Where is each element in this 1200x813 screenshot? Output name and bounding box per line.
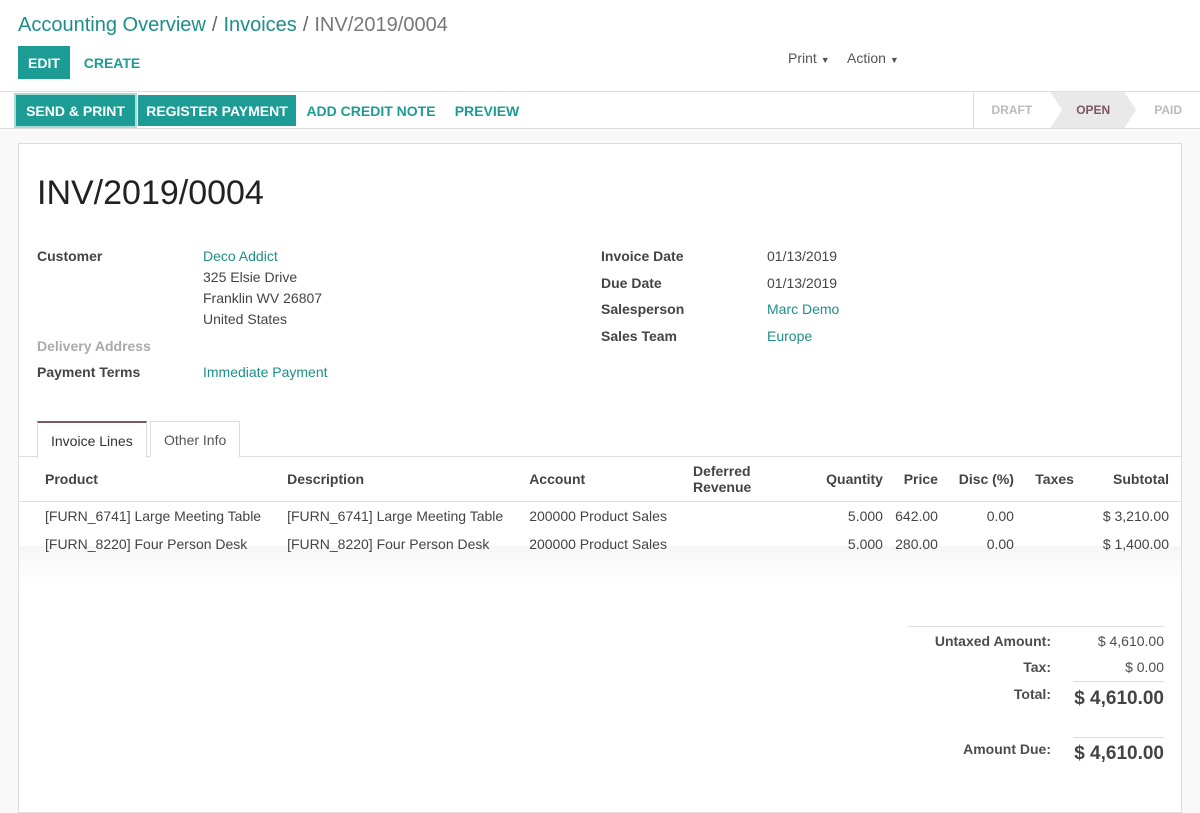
due-date-label: Due Date xyxy=(601,275,662,291)
edit-button[interactable]: EDIT xyxy=(18,46,70,79)
payment-terms-link[interactable]: Immediate Payment xyxy=(203,364,328,380)
invoice-title: INV/2019/0004 xyxy=(37,174,264,212)
create-button[interactable]: CREATE xyxy=(78,46,146,79)
preview-button[interactable]: PREVIEW xyxy=(448,95,526,126)
cell-product: [FURN_6741] Large Meeting Table xyxy=(45,507,262,524)
untaxed-value: $ 4,610.00 xyxy=(1097,633,1164,649)
col-disc[interactable]: Disc (%) xyxy=(949,457,1026,502)
breadcrumb-separator: / xyxy=(211,14,218,36)
cell-account: 200000 Product Sales xyxy=(529,535,667,552)
sales-team-label: Sales Team xyxy=(601,328,678,344)
add-credit-note-button[interactable]: ADD CREDIT NOTE xyxy=(304,95,438,126)
action-label: Action xyxy=(847,50,886,66)
status-pipeline: DRAFT OPEN PAID xyxy=(972,92,1200,128)
amount-due-label: Amount Due: xyxy=(963,741,1051,757)
total-label: Total: xyxy=(1013,686,1051,702)
notebook-tabs: Invoice Lines Other Info xyxy=(19,421,1181,458)
tab-invoice-lines[interactable]: Invoice Lines xyxy=(37,421,147,458)
print-label: Print xyxy=(788,50,817,66)
customer-link[interactable]: Deco Addict xyxy=(203,248,278,264)
salesperson-link[interactable]: Marc Demo xyxy=(767,301,839,317)
status-draft[interactable]: DRAFT xyxy=(974,92,1051,128)
invoice-date-value: 01/13/2019 xyxy=(767,248,838,264)
tax-value: $ 0.00 xyxy=(1125,659,1164,675)
col-quantity[interactable]: Quantity xyxy=(806,457,895,502)
total-value: $ 4,610.00 xyxy=(1074,688,1164,709)
col-account[interactable]: Account xyxy=(503,457,667,502)
action-dropdown[interactable]: Action ▼ xyxy=(847,50,899,66)
register-payment-button[interactable]: REGISTER PAYMENT xyxy=(138,95,296,126)
breadcrumb-separator: / xyxy=(302,14,309,36)
cell-taxes xyxy=(1026,530,1086,558)
amount-due-value: $ 4,610.00 xyxy=(1074,743,1164,764)
delivery-address-label: Delivery Address xyxy=(37,338,151,354)
cell-deferred xyxy=(667,530,807,558)
col-taxes[interactable]: Taxes xyxy=(1025,457,1086,502)
col-deferred-revenue[interactable]: Deferred Revenue xyxy=(666,457,807,502)
cell-subtotal: $ 3,210.00 xyxy=(1102,507,1169,524)
caret-down-icon: ▼ xyxy=(820,55,830,65)
breadcrumb-accounting-overview[interactable]: Accounting Overview xyxy=(18,14,206,36)
cell-deferred xyxy=(667,502,807,530)
address-line: Franklin WV 26807 xyxy=(203,290,323,306)
send-print-button[interactable]: SEND & PRINT xyxy=(16,95,135,126)
breadcrumb: Accounting Overview / Invoices / INV/2019/00… xyxy=(18,14,448,37)
control-panel: Accounting Overview / Invoices / INV/2019/00… xyxy=(0,0,1200,92)
sales-team-link[interactable]: Europe xyxy=(767,328,812,344)
address-line: 325 Elsie Drive xyxy=(203,269,298,285)
salesperson-label: Salesperson xyxy=(601,301,685,317)
customer-label: Customer xyxy=(37,248,103,264)
payment-terms-label: Payment Terms xyxy=(37,364,141,380)
statusbar: SEND & PRINT REGISTER PAYMENT ADD CREDIT… xyxy=(0,92,1200,129)
invoice-sheet: INV/2019/0004 Customer Deco Addict 325 E… xyxy=(18,143,1182,813)
cell-taxes xyxy=(1026,502,1086,530)
cell-product: [FURN_8220] Four Person Desk xyxy=(45,535,248,552)
cell-price: 280.00 xyxy=(895,535,938,552)
amount-due-divider xyxy=(1073,737,1164,738)
tax-label: Tax: xyxy=(1023,659,1051,675)
col-description[interactable]: Description xyxy=(261,457,504,502)
cell-quantity: 5.000 xyxy=(847,507,883,524)
untaxed-label: Untaxed Amount: xyxy=(934,633,1051,649)
caret-down-icon: ▼ xyxy=(889,55,899,65)
cell-account: 200000 Product Sales xyxy=(529,507,667,524)
col-product[interactable]: Product xyxy=(19,457,262,502)
print-dropdown[interactable]: Print ▼ xyxy=(788,50,830,66)
total-divider xyxy=(1073,681,1164,682)
breadcrumb-current: INV/2019/0004 xyxy=(314,14,448,36)
col-subtotal[interactable]: Subtotal xyxy=(1085,457,1181,502)
col-price[interactable]: Price xyxy=(894,457,950,502)
table-row[interactable]: [FURN_8220] Four Person Desk [FURN_8220]… xyxy=(19,530,1181,558)
tab-other-info[interactable]: Other Info xyxy=(150,421,241,457)
status-paid[interactable]: PAID xyxy=(1136,92,1200,128)
cell-disc: 0.00 xyxy=(986,535,1014,552)
cell-price: 642.00 xyxy=(895,507,938,524)
table-row[interactable]: [FURN_6741] Large Meeting Table [FURN_67… xyxy=(19,502,1181,530)
cell-description: [FURN_8220] Four Person Desk xyxy=(287,535,490,552)
cell-disc: 0.00 xyxy=(986,507,1014,524)
cell-quantity: 5.000 xyxy=(847,535,883,552)
breadcrumb-invoices[interactable]: Invoices xyxy=(223,14,296,36)
cell-description: [FURN_6741] Large Meeting Table xyxy=(287,507,504,524)
totals-divider xyxy=(908,626,1164,627)
address-line: United States xyxy=(203,311,288,327)
invoice-lines-table: Product Description Account Deferred Rev… xyxy=(19,457,1181,558)
invoice-date-label: Invoice Date xyxy=(601,248,684,264)
cell-subtotal: $ 1,400.00 xyxy=(1102,535,1169,552)
due-date-value: 01/13/2019 xyxy=(767,275,838,291)
status-open[interactable]: OPEN xyxy=(1050,92,1136,128)
